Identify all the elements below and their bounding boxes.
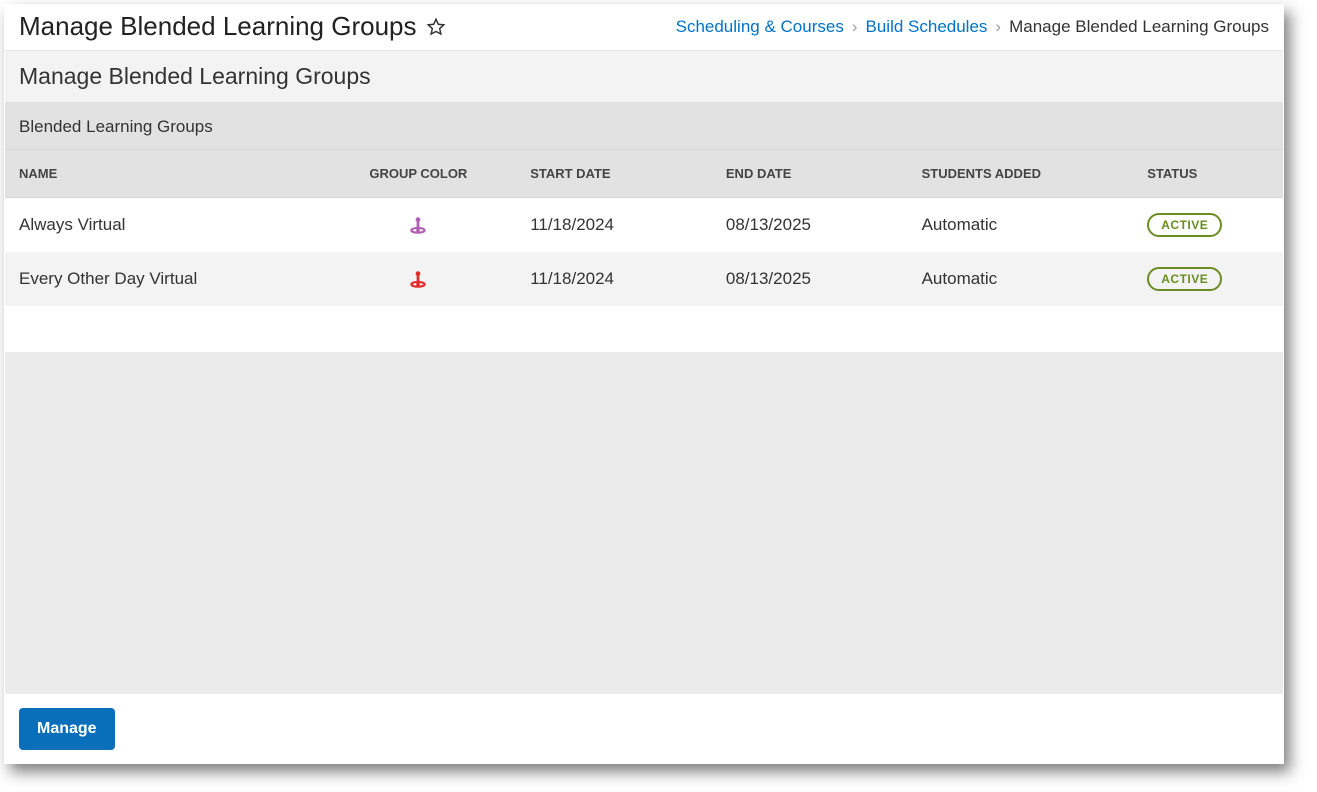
col-students-added[interactable]: STUDENTS ADDED	[908, 166, 1134, 181]
cell-end-date: 08/13/2025	[712, 269, 908, 289]
cell-status: ACTIVE	[1133, 267, 1283, 291]
col-start-date[interactable]: START DATE	[516, 166, 712, 181]
cell-end-date: 08/13/2025	[712, 215, 908, 235]
table-filler	[5, 352, 1283, 693]
cell-start-date: 11/18/2024	[516, 215, 712, 235]
manage-button[interactable]: Manage	[19, 708, 115, 750]
cell-start-date: 11/18/2024	[516, 269, 712, 289]
table-row[interactable]: Every Other Day Virtual 11/18/2024 08/13…	[5, 252, 1283, 306]
breadcrumb-current: Manage Blended Learning Groups	[1009, 17, 1269, 37]
page-header: Manage Blended Learning Groups Schedulin…	[5, 5, 1283, 51]
panel-title: Blended Learning Groups	[5, 103, 1283, 150]
footer-bar: Manage	[5, 693, 1283, 763]
person-icon	[407, 214, 429, 236]
section-bar: Manage Blended Learning Groups	[5, 51, 1283, 103]
person-icon	[407, 268, 429, 290]
favorite-star-icon[interactable]	[425, 16, 447, 38]
cell-group-color	[320, 268, 516, 290]
table-header-row: NAME GROUP COLOR START DATE END DATE STU…	[5, 150, 1283, 198]
cell-group-color	[320, 214, 516, 236]
chevron-right-icon: ›	[850, 17, 860, 37]
table-empty-area	[5, 306, 1283, 352]
cell-name: Always Virtual	[5, 215, 320, 235]
status-badge: ACTIVE	[1147, 213, 1222, 237]
cell-students-added: Automatic	[908, 269, 1134, 289]
col-name[interactable]: NAME	[5, 166, 320, 181]
breadcrumb-scheduling-courses[interactable]: Scheduling & Courses	[676, 17, 844, 37]
cell-students-added: Automatic	[908, 215, 1134, 235]
breadcrumb-build-schedules[interactable]: Build Schedules	[866, 17, 988, 37]
table-row[interactable]: Always Virtual 11/18/2024 08/13/2025 Aut…	[5, 198, 1283, 252]
chevron-right-icon: ›	[993, 17, 1003, 37]
cell-status: ACTIVE	[1133, 213, 1283, 237]
section-title: Manage Blended Learning Groups	[19, 63, 1269, 90]
breadcrumb: Scheduling & Courses › Build Schedules ›…	[676, 17, 1269, 37]
page-title: Manage Blended Learning Groups	[19, 11, 417, 42]
status-badge: ACTIVE	[1147, 267, 1222, 291]
cell-name: Every Other Day Virtual	[5, 269, 320, 289]
col-end-date[interactable]: END DATE	[712, 166, 908, 181]
col-group-color[interactable]: GROUP COLOR	[320, 166, 516, 181]
col-status[interactable]: STATUS	[1133, 166, 1283, 181]
groups-table: NAME GROUP COLOR START DATE END DATE STU…	[5, 150, 1283, 693]
